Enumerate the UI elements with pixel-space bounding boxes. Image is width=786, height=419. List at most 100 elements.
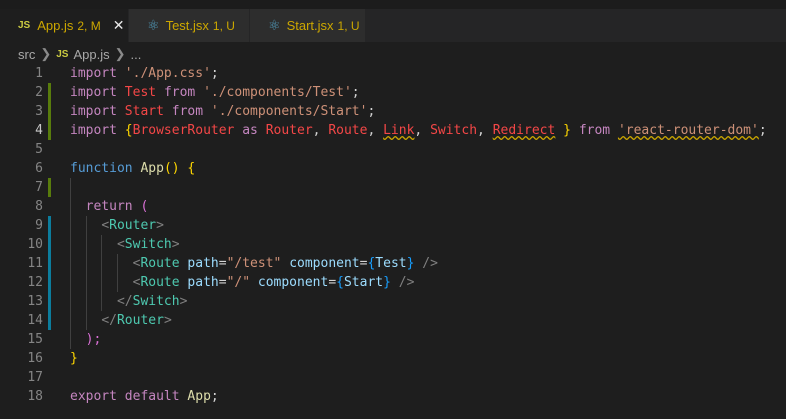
keyword: import	[70, 104, 117, 119]
code-line: 6 function App() {	[0, 159, 786, 178]
line-code: <Route path="/test" component={Test} />	[132, 256, 438, 271]
code-line: 12 <Route path="/" component={Start} />	[0, 273, 786, 292]
keyword: import	[70, 85, 117, 100]
breadcrumb: src ❯ JS App.js ❯ ...	[0, 43, 786, 65]
line-number: 4	[35, 123, 43, 138]
added-line-marker[interactable]	[48, 102, 51, 121]
identifier: Start	[343, 275, 384, 290]
line-number: 10	[27, 237, 43, 252]
keyword: import	[70, 123, 117, 138]
line-code: <Switch>	[116, 237, 180, 252]
brace: }	[563, 123, 571, 138]
jsx-attribute: component	[257, 275, 329, 290]
string: './components/Start'	[210, 104, 368, 119]
line-number: 1	[35, 66, 43, 81]
line-code: </Router>	[101, 313, 172, 328]
line-number: 8	[35, 199, 43, 214]
keyword: from	[578, 123, 611, 138]
line-code: <Router>	[101, 218, 164, 233]
jsx-tag: Router	[109, 218, 157, 233]
keyword: from	[171, 104, 204, 119]
code-line: 11 <Route path="/test" component={Test} …	[0, 254, 786, 273]
editor-tab-bar: JS App.js 2, M ✕ ⚛ Test.jsx 1, U ⚛ Start…	[0, 9, 786, 43]
added-line-marker[interactable]	[48, 121, 51, 140]
line-code: export default App;	[70, 387, 219, 406]
identifier: Route	[328, 123, 368, 138]
tab-test-jsx[interactable]: ⚛ Test.jsx 1, U	[129, 9, 250, 42]
modified-line-marker[interactable]	[48, 311, 51, 330]
jsx-attribute: path	[187, 275, 219, 290]
code-editor[interactable]: 1 import './App.css'; 2 import Test from…	[0, 64, 786, 406]
string: "/"	[226, 275, 251, 290]
keyword: import	[70, 66, 117, 81]
line-number: 9	[35, 218, 43, 233]
react-file-icon: ⚛	[147, 17, 160, 33]
tab-app-js[interactable]: JS App.js 2, M ✕	[0, 9, 129, 42]
line-number: 18	[27, 389, 43, 404]
modified-line-marker[interactable]	[48, 273, 51, 292]
line-code: }	[70, 349, 78, 368]
line-number: 7	[35, 180, 43, 195]
code-line: 14 </Router>	[0, 311, 786, 330]
close-icon[interactable]: ✕	[113, 17, 125, 34]
keyword: as	[242, 123, 258, 138]
keyword: function	[70, 161, 133, 176]
identifier: Link	[383, 123, 415, 138]
punctuation: );	[85, 332, 102, 347]
code-line: 7	[0, 178, 786, 197]
string: "/test"	[226, 256, 282, 271]
modified-line-marker[interactable]	[48, 235, 51, 254]
jsx-tag: Route	[140, 256, 180, 271]
tab-label: Start.jsx	[286, 18, 334, 33]
modified-line-marker[interactable]	[48, 254, 51, 273]
line-code: function App() {	[70, 159, 195, 178]
jsx-tag: Switch	[124, 237, 172, 252]
punctuation: ;	[210, 66, 219, 81]
identifier: BrowserRouter	[132, 123, 235, 138]
breadcrumb-file[interactable]: App.js	[73, 47, 109, 62]
punctuation: ;	[367, 104, 376, 119]
added-line-marker[interactable]	[48, 178, 51, 197]
line-number: 14	[27, 313, 43, 328]
react-file-icon: ⚛	[268, 17, 281, 33]
line-code: import Start from './components/Start';	[70, 102, 375, 121]
jsx-attribute: path	[187, 256, 219, 271]
function-name: App	[140, 161, 164, 176]
line-number: 16	[27, 351, 43, 366]
line-number: 13	[27, 294, 43, 309]
identifier: Test	[124, 85, 157, 100]
keyword: default	[124, 389, 180, 404]
chevron-right-icon: ❯	[114, 46, 126, 61]
breadcrumb-folder[interactable]: src	[18, 47, 35, 62]
keyword: export	[70, 389, 117, 404]
title-bar-strip	[0, 0, 786, 9]
breadcrumb-symbol[interactable]: ...	[131, 47, 142, 62]
added-line-marker[interactable]	[48, 83, 51, 102]
code-line: 9 <Router>	[0, 216, 786, 235]
line-number: 5	[35, 142, 43, 157]
code-line: 2 import Test from './components/Test';	[0, 83, 786, 102]
line-code: import './App.css';	[70, 64, 219, 83]
identifier: App	[187, 389, 211, 404]
jsx-tag: Switch	[132, 294, 180, 309]
identifier: Switch	[430, 123, 478, 138]
line-number: 11	[27, 256, 43, 271]
punctuation: () {	[163, 161, 196, 176]
string: './App.css'	[124, 66, 211, 81]
line-number: 6	[35, 161, 43, 176]
line-number: 15	[27, 332, 43, 347]
code-line: 3 import Start from './components/Start'…	[0, 102, 786, 121]
modified-line-marker[interactable]	[48, 292, 51, 311]
code-line: 17	[0, 368, 786, 387]
modified-line-marker[interactable]	[48, 216, 51, 235]
code-line: 18 export default App;	[0, 387, 786, 406]
punctuation: ;	[758, 123, 767, 138]
tab-start-jsx[interactable]: ⚛ Start.jsx 1, U	[250, 9, 366, 42]
line-number: 3	[35, 104, 43, 119]
brace: {	[124, 123, 133, 138]
tab-status: 1, U	[337, 18, 360, 33]
line-number: 17	[27, 370, 43, 385]
code-line: 10 <Switch>	[0, 235, 786, 254]
identifier: Start	[124, 104, 164, 119]
keyword: from	[163, 85, 196, 100]
